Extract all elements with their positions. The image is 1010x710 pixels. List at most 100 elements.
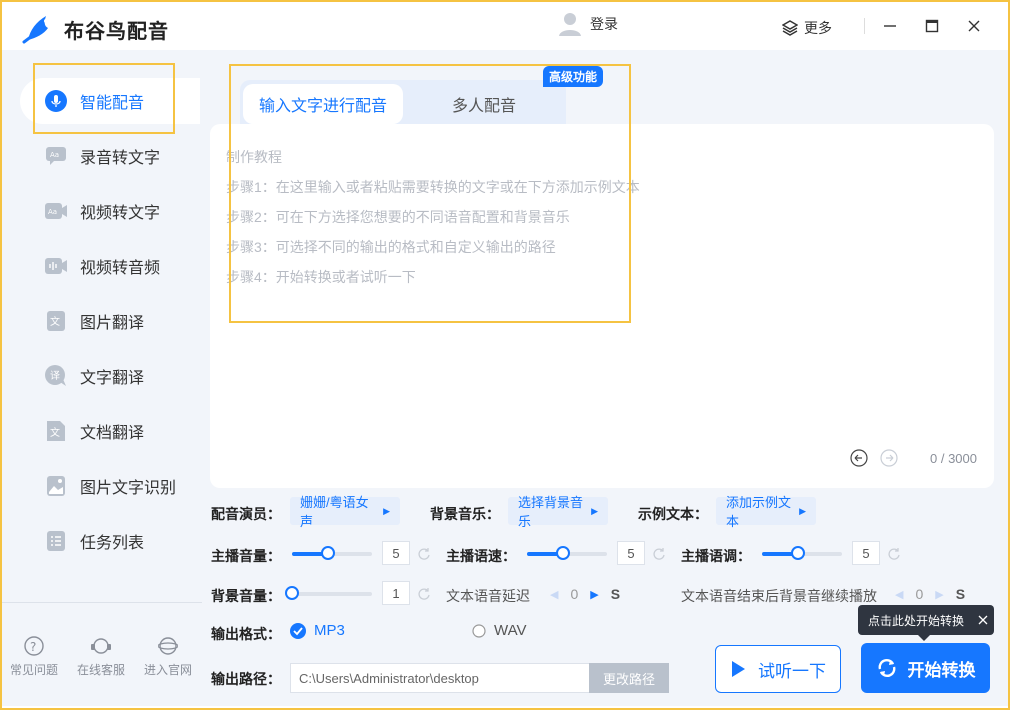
online-support-label: 在线客服 (77, 663, 126, 677)
user-avatar-icon (559, 13, 581, 36)
image-translate-icon: 文 (44, 309, 68, 333)
preview-button[interactable]: 试听一下 (715, 645, 841, 693)
sidebar-item-video-to-text[interactable]: Aa 视频转文字 (44, 196, 160, 226)
svg-text:Aa: Aa (48, 208, 57, 216)
audio-to-text-icon: Aa (44, 144, 68, 168)
titlebar-divider (864, 18, 865, 34)
format-wav-radio[interactable]: WAV (472, 622, 527, 639)
bgm-dropdown[interactable]: 选择背景音乐 ▶ (508, 495, 608, 529)
volume-value-box[interactable]: 5 (382, 541, 410, 565)
bg-volume-label: 背景音量： (211, 588, 281, 604)
maximize-button[interactable] (922, 16, 942, 36)
highlight-box-sidebar (33, 63, 175, 134)
start-convert-label: 开始转换 (907, 660, 976, 680)
sidebar-item-text-translate[interactable]: 译 文字翻译 (44, 361, 144, 391)
start-convert-button[interactable]: 开始转换 (861, 643, 990, 693)
checked-radio-icon (290, 622, 306, 639)
continue-value: 0 (915, 586, 924, 602)
format-label: 输出格式： (211, 626, 281, 642)
online-support-button[interactable]: 在线客服 (77, 636, 125, 678)
minimize-button[interactable] (880, 16, 900, 36)
unchecked-radio-icon (472, 623, 486, 638)
change-path-button[interactable]: 更改路径 (589, 663, 669, 693)
document-translate-icon: 文 (44, 419, 68, 443)
reset-icon[interactable] (652, 547, 666, 561)
decrement-icon[interactable]: ◀ (895, 588, 903, 601)
minimize-icon (884, 25, 896, 27)
sidebar-item-label: 图片文字识别 (80, 480, 177, 497)
faq-label: 常见问题 (10, 663, 59, 677)
close-icon[interactable] (978, 615, 988, 625)
char-counter: 0 / 3000 (930, 451, 977, 466)
help-icon: ? (24, 636, 44, 656)
bird-logo-icon (22, 16, 48, 44)
reset-icon[interactable] (417, 587, 431, 601)
sidebar-item-label: 文字翻译 (80, 370, 145, 387)
pitch-slider[interactable] (762, 546, 842, 560)
volume-slider[interactable] (292, 546, 372, 560)
login-button[interactable]: 登录 (558, 11, 618, 37)
slider-knob[interactable] (321, 546, 335, 560)
bg-volume-value-box[interactable]: 1 (382, 581, 410, 605)
preview-label: 试听一下 (758, 661, 826, 681)
task-list-icon (44, 529, 68, 553)
format-mp3-label: MP3 (314, 622, 345, 639)
faq-button[interactable]: ? 常见问题 (10, 636, 58, 678)
globe-icon (158, 637, 178, 655)
decrement-icon[interactable]: ◀ (550, 588, 558, 601)
more-button[interactable]: 更多 (782, 18, 832, 38)
svg-text:译: 译 (50, 370, 60, 382)
reset-icon[interactable] (887, 547, 901, 561)
sidebar-item-audio-to-text[interactable]: Aa 录音转文字 (44, 141, 160, 171)
svg-text:文: 文 (50, 426, 60, 439)
reset-icon[interactable] (417, 547, 431, 561)
increment-icon[interactable]: ▶ (935, 588, 943, 601)
bg-volume-slider[interactable] (285, 586, 372, 600)
app-title: 布谷鸟配音 (64, 21, 169, 43)
caret-right-icon: ▶ (383, 505, 390, 516)
speed-value-box[interactable]: 5 (617, 541, 645, 565)
official-site-button[interactable]: 进入官网 (144, 636, 192, 678)
close-button[interactable] (964, 16, 984, 36)
undo-icon[interactable] (850, 449, 868, 467)
voice-value: 姗姗/粤语女声 (300, 495, 369, 529)
format-wav-label: WAV (494, 622, 527, 639)
sidebar-item-ocr[interactable]: 图片文字识别 (44, 471, 176, 501)
headset-icon (91, 638, 111, 654)
increment-icon[interactable]: ▶ (590, 588, 598, 601)
convert-icon (878, 658, 895, 678)
sample-dropdown[interactable]: 添加示例文本 ▶ (716, 495, 816, 529)
highlight-box-editor (229, 64, 631, 323)
video-to-text-icon: Aa (44, 199, 68, 223)
bgm-label: 背景音乐： (430, 506, 500, 522)
svg-text:文: 文 (50, 315, 60, 328)
sidebar-item-image-translate[interactable]: 文 图片翻译 (44, 306, 144, 336)
pitch-value-box[interactable]: 5 (852, 541, 880, 565)
continue-stepper[interactable]: ◀ 0 ▶ S (895, 586, 965, 602)
voice-dropdown[interactable]: 姗姗/粤语女声 ▶ (290, 495, 400, 529)
sample-label: 示例文本： (638, 506, 708, 522)
redo-icon[interactable] (880, 449, 898, 467)
sidebar-item-video-to-audio[interactable]: 视频转音频 (44, 251, 160, 281)
sidebar-item-document-translate[interactable]: 文 文档翻译 (44, 416, 144, 446)
delay-stepper[interactable]: ◀ 0 ▶ S (550, 586, 620, 602)
sidebar-item-label: 视频转音频 (80, 260, 161, 277)
slider-knob[interactable] (556, 546, 570, 560)
sidebar-item-task-list[interactable]: 任务列表 (44, 526, 144, 556)
sidebar-item-label: 图片翻译 (80, 315, 145, 332)
title-bar: 布谷鸟配音 登录 更多 (2, 2, 1008, 50)
voice-label: 配音演员： (211, 506, 281, 522)
sidebar-divider (2, 602, 202, 603)
format-mp3-radio[interactable]: MP3 (290, 622, 345, 639)
sample-value: 添加示例文本 (726, 495, 792, 529)
more-label: 更多 (804, 20, 832, 36)
close-icon (968, 20, 980, 32)
volume-label: 主播音量： (211, 548, 281, 564)
sidebar-item-label: 任务列表 (80, 535, 145, 552)
slider-knob[interactable] (285, 586, 299, 600)
maximize-icon (925, 19, 939, 33)
official-site-label: 进入官网 (144, 663, 193, 677)
slider-knob[interactable] (791, 546, 805, 560)
output-path-field[interactable]: C:\Users\Administrator\desktop (290, 663, 590, 693)
speed-slider[interactable] (527, 546, 607, 560)
